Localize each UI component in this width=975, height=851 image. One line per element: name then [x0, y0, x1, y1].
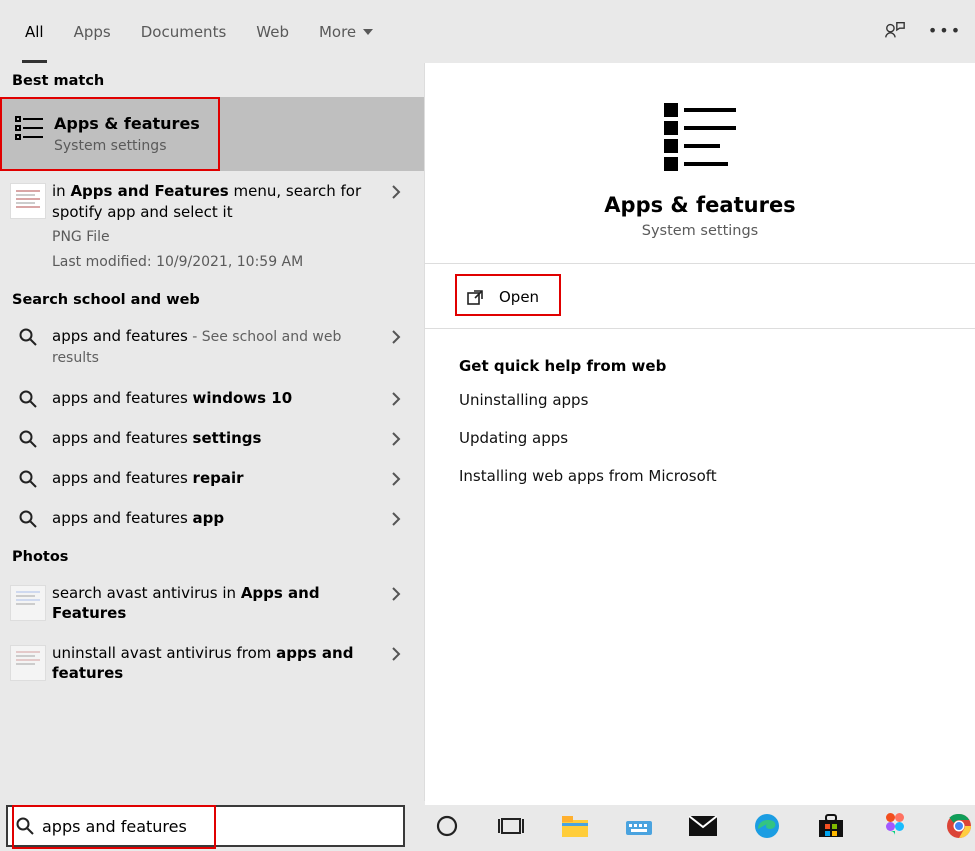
- help-heading: Get quick help from web: [459, 357, 945, 375]
- result-subtitle: System settings: [54, 137, 202, 156]
- file-text: in Apps and Features menu, search for sp…: [52, 182, 361, 220]
- help-link-updating[interactable]: Updating apps: [459, 429, 945, 447]
- preview-title: Apps & features: [604, 193, 795, 217]
- preview-pane: Apps & features System settings Open Get: [425, 63, 975, 801]
- settings-list-icon: [12, 115, 48, 143]
- web-result-4[interactable]: apps and features app: [0, 498, 424, 538]
- tab-more[interactable]: More: [304, 15, 389, 63]
- chevron-right-icon: [382, 185, 410, 199]
- chevron-right-icon: [382, 587, 410, 601]
- web-result-3[interactable]: apps and features repair: [0, 458, 424, 498]
- file-type: PNG File: [52, 228, 376, 247]
- result-apps-features[interactable]: Apps & features System settings: [0, 97, 424, 171]
- open-label: Open: [499, 288, 539, 306]
- photo-thumbnail-icon: [10, 645, 46, 681]
- chevron-down-icon: [362, 26, 374, 38]
- help-link-uninstalling[interactable]: Uninstalling apps: [459, 391, 945, 409]
- search-icon: [10, 390, 46, 408]
- file-explorer-icon[interactable]: [559, 810, 591, 842]
- open-external-icon: [467, 288, 485, 306]
- search-icon: [10, 430, 46, 448]
- file-modified: Last modified: 10/9/2021, 10:59 AM: [52, 253, 376, 272]
- microsoft-store-icon[interactable]: [815, 810, 847, 842]
- cortana-icon[interactable]: [431, 810, 463, 842]
- photo-result-0[interactable]: search avast antivirus in Apps and Featu…: [0, 573, 424, 634]
- chevron-right-icon: [382, 647, 410, 661]
- task-view-icon[interactable]: [495, 810, 527, 842]
- result-title: Apps & features: [54, 113, 202, 135]
- search-icon: [16, 817, 34, 835]
- open-button[interactable]: Open: [463, 282, 543, 312]
- chevron-right-icon: [382, 392, 410, 406]
- search-input[interactable]: [42, 817, 395, 836]
- file-thumbnail-icon: [10, 183, 46, 219]
- section-search-web: Search school and web: [0, 282, 424, 316]
- web-result-1[interactable]: apps and features windows 10: [0, 378, 424, 418]
- chevron-right-icon: [382, 330, 410, 344]
- search-filter-tabs: All Apps Documents Web More •••: [0, 0, 975, 63]
- chevron-right-icon: [382, 472, 410, 486]
- photo-thumbnail-icon: [10, 585, 46, 621]
- chevron-right-icon: [382, 512, 410, 526]
- taskbar: [0, 801, 975, 851]
- help-link-installing[interactable]: Installing web apps from Microsoft: [459, 467, 945, 485]
- results-list: Best match Apps & features System settin…: [0, 63, 425, 801]
- figma-icon[interactable]: [879, 810, 911, 842]
- search-icon: [10, 328, 46, 346]
- section-best-match: Best match: [0, 63, 424, 97]
- search-box[interactable]: [6, 805, 405, 847]
- feedback-icon[interactable]: [879, 14, 911, 46]
- tab-documents[interactable]: Documents: [126, 15, 242, 63]
- more-options-icon[interactable]: •••: [929, 14, 961, 46]
- preview-subtitle: System settings: [642, 223, 759, 239]
- chrome-icon[interactable]: [943, 810, 975, 842]
- tab-web[interactable]: Web: [241, 15, 304, 63]
- chevron-right-icon: [382, 432, 410, 446]
- section-photos: Photos: [0, 539, 424, 573]
- open-highlight: Open: [455, 274, 561, 316]
- tab-apps[interactable]: Apps: [59, 15, 126, 63]
- search-icon: [10, 510, 46, 528]
- keyboard-icon[interactable]: [623, 810, 655, 842]
- result-file-png[interactable]: in Apps and Features menu, search for sp…: [0, 171, 424, 281]
- photo-result-1[interactable]: uninstall avast antivirus from apps and …: [0, 633, 424, 694]
- tab-all[interactable]: All: [10, 15, 59, 63]
- web-result-0[interactable]: apps and features - See school and web r…: [0, 316, 424, 378]
- mail-icon[interactable]: [687, 810, 719, 842]
- web-result-2[interactable]: apps and features settings: [0, 418, 424, 458]
- search-icon: [10, 470, 46, 488]
- apps-features-hero-icon: [660, 101, 740, 173]
- edge-icon[interactable]: [751, 810, 783, 842]
